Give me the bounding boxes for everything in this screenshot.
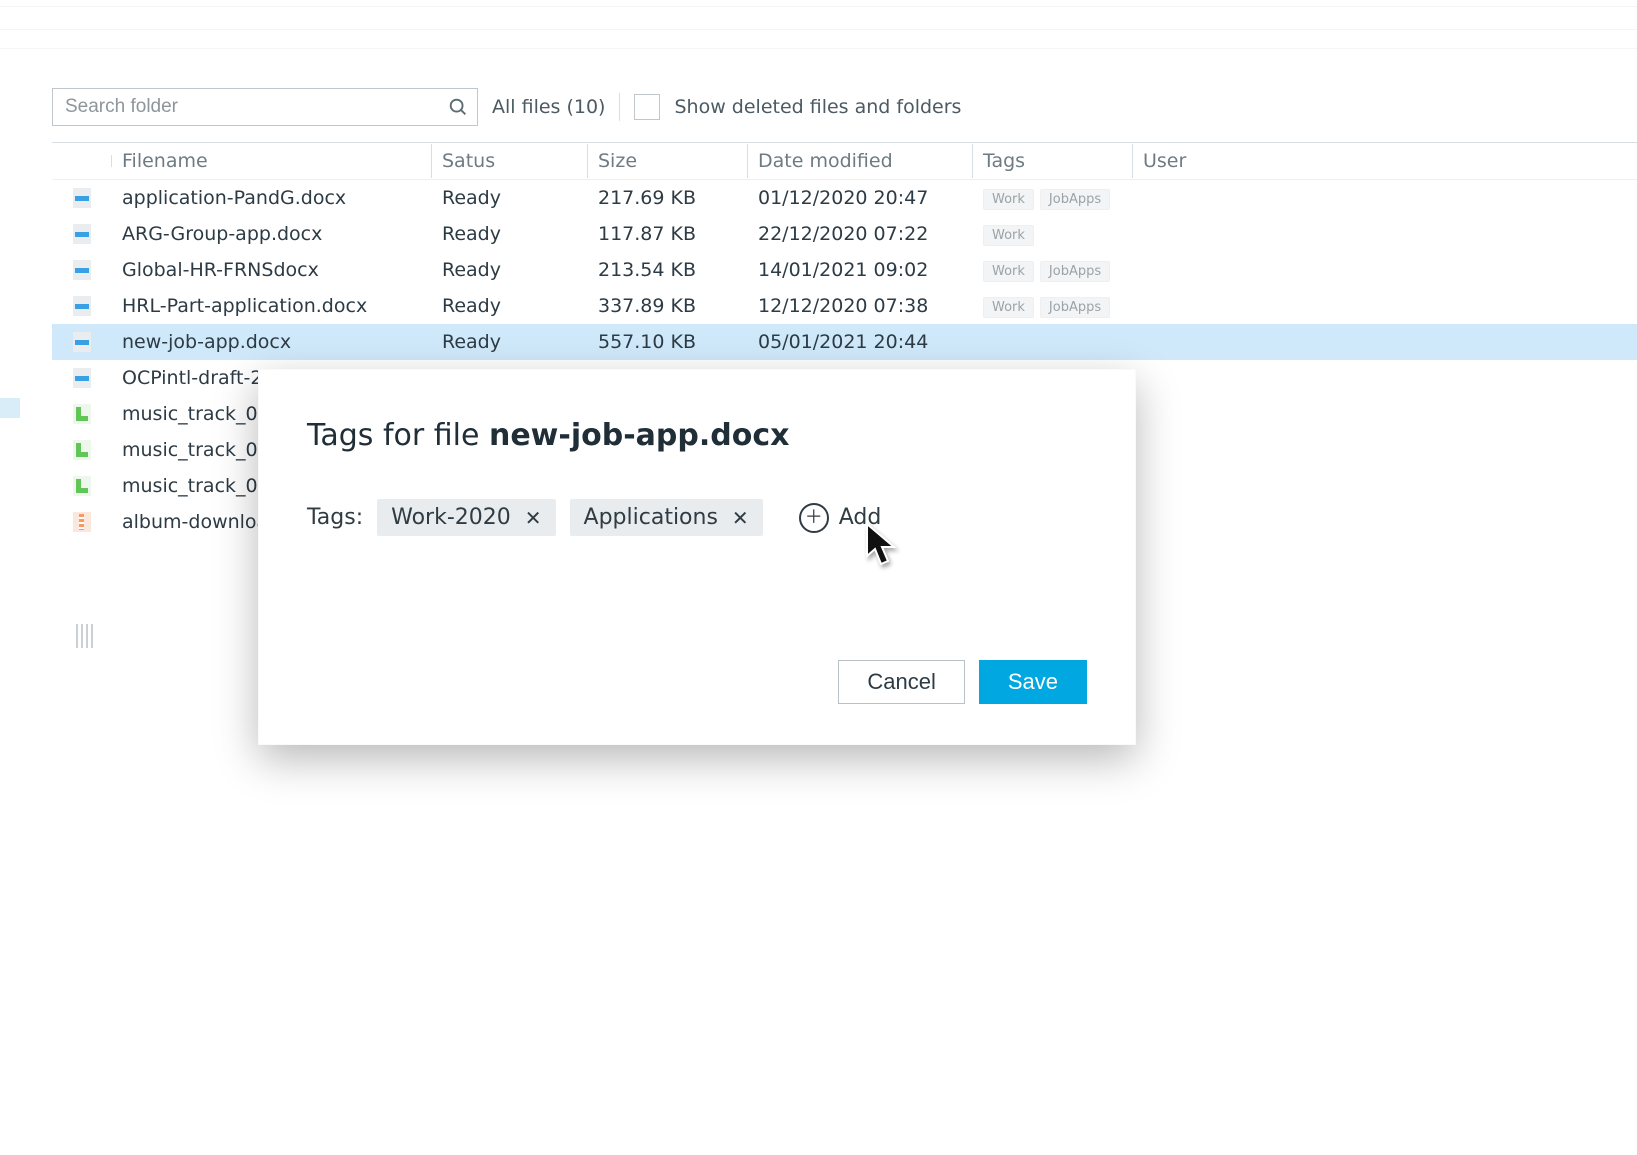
col-status[interactable]: Satus [432, 144, 588, 178]
file-type-icon [52, 329, 112, 355]
ghost-toolbar-lines [0, 6, 1637, 30]
file-type-icon [52, 437, 112, 463]
dialog-title-prefix: Tags for file [307, 418, 489, 453]
show-deleted-checkbox[interactable] [634, 94, 660, 120]
dialog-actions: Cancel Save [838, 660, 1087, 704]
table-row[interactable]: HRL-Part-application.docxReady337.89 KB1… [52, 288, 1637, 324]
file-table-header: Filename Satus Size Date modified Tags U… [52, 143, 1637, 180]
cell-filename: application-PandG.docx [112, 184, 432, 212]
tags-row: Tags: Work-2020 ✕ Applications ✕ ＋ Add [307, 499, 1087, 536]
cell-modified: 14/01/2021 09:02 [748, 256, 973, 284]
cell-size: 557.10 KB [588, 328, 748, 356]
tag-chip[interactable]: Work [983, 225, 1034, 246]
cell-filename: ARG-Group-app.docx [112, 220, 432, 248]
cell-size: 337.89 KB [588, 292, 748, 320]
dialog-tag-pill: Work-2020 ✕ [377, 499, 555, 536]
cell-status: Ready [432, 292, 588, 320]
cell-status: Ready [432, 220, 588, 248]
file-type-icon [52, 221, 112, 247]
cell-size: 117.87 KB [588, 220, 748, 248]
cell-user [1133, 447, 1293, 453]
dialog-title-filename: new-job-app.docx [489, 418, 790, 453]
left-gutter-selection-indicator [0, 398, 20, 418]
save-button[interactable]: Save [979, 660, 1087, 704]
toolbar-separator [619, 93, 620, 121]
table-row[interactable]: Global-HR-FRNSdocxReady213.54 KB14/01/20… [52, 252, 1637, 288]
cell-status: Ready [432, 256, 588, 284]
panel-resize-handle[interactable] [76, 624, 93, 648]
tags-label: Tags: [307, 505, 363, 530]
cell-modified: 05/01/2021 20:44 [748, 328, 973, 356]
cell-status: Ready [432, 184, 588, 212]
file-type-icon [52, 473, 112, 499]
cell-tags: Work [973, 219, 1133, 249]
file-count-filter[interactable]: All files (10) [492, 96, 605, 118]
plus-icon: ＋ [799, 503, 829, 533]
cell-user [1133, 339, 1293, 345]
cell-tags: Work JobApps [973, 255, 1133, 285]
tag-chip[interactable]: JobApps [1040, 261, 1110, 282]
file-type-icon [52, 401, 112, 427]
show-deleted-label[interactable]: Show deleted files and folders [674, 96, 961, 118]
cell-user [1133, 303, 1293, 309]
cell-modified: 22/12/2020 07:22 [748, 220, 973, 248]
folder-toolbar: All files (10) Show deleted files and fo… [52, 88, 1637, 126]
dialog-tag-label: Work-2020 [391, 505, 511, 530]
file-type-icon [52, 257, 112, 283]
cell-user [1133, 411, 1293, 417]
cell-tags: Work JobApps [973, 183, 1133, 213]
add-tag-button[interactable]: ＋ Add [799, 503, 882, 533]
tag-chip[interactable]: Work [983, 189, 1034, 210]
ghost-toolbar-line-2 [0, 48, 1637, 49]
table-row[interactable]: application-PandG.docxReady217.69 KB01/1… [52, 180, 1637, 216]
file-type-icon [52, 293, 112, 319]
cell-user [1133, 231, 1293, 237]
col-icon [52, 155, 112, 167]
cell-filename: HRL-Part-application.docx [112, 292, 432, 320]
cancel-button[interactable]: Cancel [838, 660, 964, 704]
dialog-tag-label: Applications [584, 505, 718, 530]
cell-modified: 12/12/2020 07:38 [748, 292, 973, 320]
tag-chip[interactable]: JobApps [1040, 189, 1110, 210]
tag-chip[interactable]: JobApps [1040, 297, 1110, 318]
cell-user [1133, 195, 1293, 201]
col-modified[interactable]: Date modified [748, 144, 973, 178]
cell-user [1133, 375, 1293, 381]
tag-chip[interactable]: Work [983, 297, 1034, 318]
search-input[interactable] [63, 95, 447, 119]
cell-status: Ready [432, 328, 588, 356]
cell-filename: Global-HR-FRNSdocx [112, 256, 432, 284]
search-icon[interactable] [447, 96, 469, 118]
dialog-title: Tags for file new-job-app.docx [307, 418, 1087, 453]
search-field-wrapper[interactable] [52, 88, 478, 126]
table-row[interactable]: new-job-app.docxReady557.10 KB05/01/2021… [52, 324, 1637, 360]
remove-tag-icon[interactable]: ✕ [732, 506, 749, 530]
remove-tag-icon[interactable]: ✕ [525, 506, 542, 530]
file-type-icon [52, 509, 112, 535]
dialog-tag-pill: Applications ✕ [570, 499, 763, 536]
tag-chip[interactable]: Work [983, 261, 1034, 282]
cell-tags [973, 339, 1133, 345]
cell-user [1133, 267, 1293, 273]
cell-user [1133, 483, 1293, 489]
col-user[interactable]: User [1133, 144, 1293, 178]
cell-filename: new-job-app.docx [112, 328, 432, 356]
cell-user [1133, 519, 1293, 525]
cell-size: 213.54 KB [588, 256, 748, 284]
table-row[interactable]: ARG-Group-app.docxReady117.87 KB22/12/20… [52, 216, 1637, 252]
cell-size: 217.69 KB [588, 184, 748, 212]
col-filename[interactable]: Filename [112, 144, 432, 178]
cell-modified: 01/12/2020 20:47 [748, 184, 973, 212]
tags-dialog: Tags for file new-job-app.docx Tags: Wor… [258, 369, 1136, 745]
col-size[interactable]: Size [588, 144, 748, 178]
file-type-icon [52, 365, 112, 391]
cell-tags: Work JobApps [973, 291, 1133, 321]
col-tags[interactable]: Tags [973, 144, 1133, 178]
file-type-icon [52, 185, 112, 211]
add-tag-label: Add [839, 505, 882, 530]
current-tags: Work-2020 ✕ Applications ✕ [377, 499, 763, 536]
